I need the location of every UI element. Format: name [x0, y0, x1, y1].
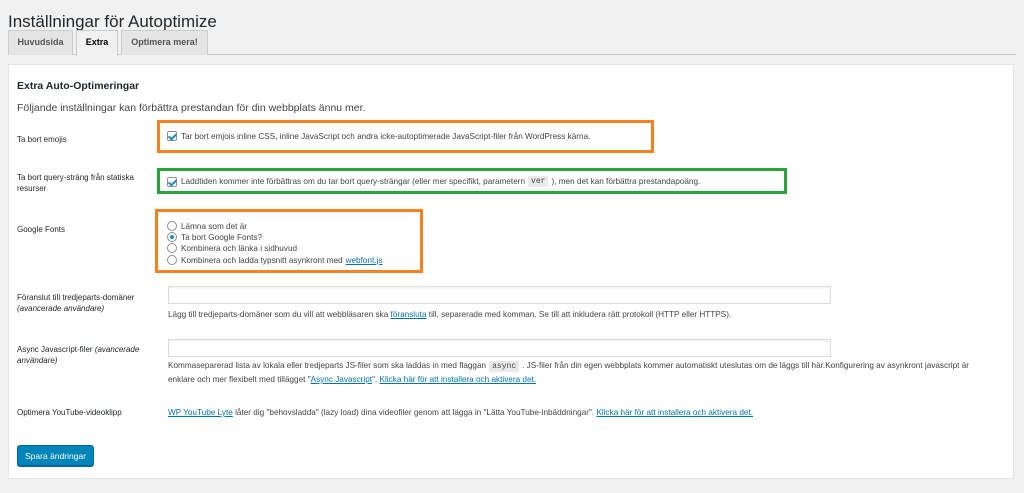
google-fonts-option-3: Kombinera och länka i sidhuvud [167, 243, 297, 253]
youtube-install-link[interactable]: Klicka här för att installera och aktive… [596, 408, 753, 417]
querystring-option: Laddtiden kommer inte förbättras om du t… [167, 176, 700, 187]
emojis-checkbox-label[interactable]: Tar bort emjois inline CSS, inline JavaS… [181, 132, 590, 141]
async-js-label: Async Javascript-filer (avancerade använ… [17, 344, 157, 366]
preconnect-input[interactable] [168, 286, 831, 304]
preconnect-label-text: Föranslut till tredjeparts-domäner [17, 293, 135, 302]
google-fonts-option-1: Lämna som det är [167, 221, 247, 231]
querystring-text-after[interactable]: ), men det kan förbättra prestandapoäng. [551, 177, 700, 186]
async-javascript-link[interactable]: Async Javascript [311, 375, 372, 384]
google-fonts-option-2-label[interactable]: Ta bort Google Fonts? [181, 233, 262, 242]
preconnect-help: Lägg till tredjeparts-domäner som du vil… [168, 308, 731, 321]
async-js-help-before: Kommaseparerad lista av lokala eller tre… [168, 361, 487, 370]
google-fonts-radio-3[interactable] [167, 243, 177, 253]
querystring-text-before[interactable]: Laddtiden kommer inte förbättras om du t… [181, 177, 525, 186]
youtube-help: WP YouTube Lyte låter dig "behovsladda" … [168, 406, 753, 419]
tab-bar: Huvudsida Extra Optimera mera! [8, 30, 1016, 56]
youtube-label: Optimera YouTube-videoklipp [17, 408, 122, 417]
wp-youtube-lyte-link[interactable]: WP YouTube Lyte [168, 408, 233, 417]
webfont-js-link[interactable]: webfont.js [346, 256, 383, 265]
preconnect-link[interactable]: föransluta [391, 310, 427, 319]
querystring-checkbox[interactable] [167, 176, 177, 187]
async-js-help: Kommaseparerad lista av lokala eller tre… [168, 359, 998, 386]
preconnect-help-after: till, separerade med komman. Se till att… [428, 310, 732, 319]
preconnect-label-hint: (avancerade användare) [17, 304, 105, 313]
querystring-code: ver [528, 176, 549, 187]
async-js-install-link[interactable]: Klicka här för att installera och aktive… [380, 375, 537, 384]
google-fonts-option-1-label[interactable]: Lämna som det är [181, 222, 247, 231]
tab-huvudsida[interactable]: Huvudsida [8, 30, 73, 55]
tab-extra[interactable]: Extra [76, 30, 118, 56]
google-fonts-option-4: Kombinera och ladda typsnitt asynkront m… [167, 255, 382, 265]
google-fonts-option-4-label[interactable]: Kombinera och ladda typsnitt asynkront m… [181, 256, 343, 265]
google-fonts-label: Google Fonts [17, 225, 66, 234]
google-fonts-radio-4[interactable] [167, 255, 177, 265]
save-button[interactable]: Spara ändringar [17, 445, 94, 466]
preconnect-help-before: Lägg till tredjeparts-domäner som du vil… [168, 310, 389, 319]
google-fonts-radio-1[interactable] [167, 221, 177, 231]
google-fonts-option-2: Ta bort Google Fonts? [167, 232, 262, 242]
async-js-code: async [489, 361, 520, 372]
emojis-option: Tar bort emjois inline CSS, inline JavaS… [167, 131, 590, 141]
section-title: Extra Auto-Optimeringar [17, 80, 140, 92]
emojis-label: Ta bort emojis [17, 135, 67, 144]
async-js-label-text: Async Javascript-filer [17, 345, 93, 354]
settings-panel: Extra Auto-Optimeringar Följande inställ… [8, 64, 1014, 479]
google-fonts-option-3-label[interactable]: Kombinera och länka i sidhuvud [181, 244, 297, 253]
preconnect-label: Föranslut till tredjeparts-domäner (avan… [17, 292, 157, 314]
section-description: Följande inställningar kan förbättra pre… [17, 102, 366, 114]
tab-optimera-mera[interactable]: Optimera mera! [121, 30, 208, 55]
emojis-checkbox[interactable] [167, 131, 177, 141]
google-fonts-radio-2[interactable] [167, 232, 177, 242]
youtube-text: låter dig "behovsladda" (lazy load) dina… [235, 408, 595, 417]
async-js-help-mid2: ". [372, 375, 378, 384]
async-js-input[interactable] [168, 339, 831, 357]
querystring-label: Ta bort query-sträng från statiska resur… [17, 173, 134, 193]
